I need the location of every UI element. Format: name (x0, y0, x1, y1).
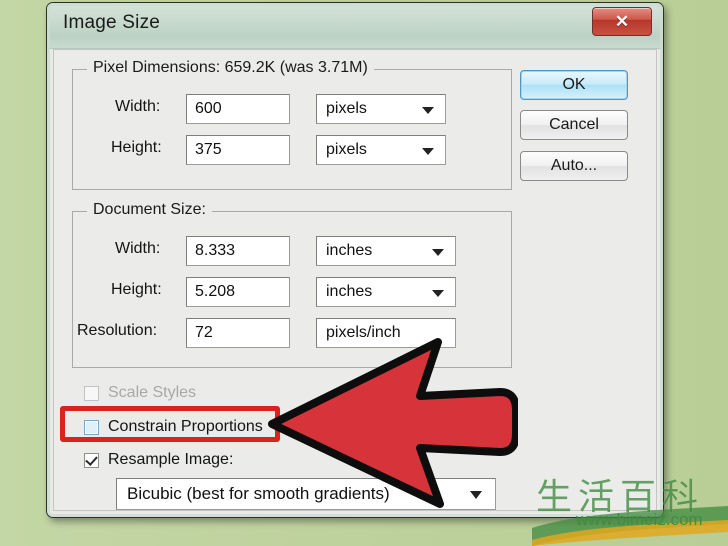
close-button[interactable]: ✕ (592, 7, 652, 36)
pixel-width-unit-dropdown[interactable]: pixels (316, 94, 446, 124)
constrain-proportions-checkbox[interactable] (84, 419, 99, 435)
resample-image-checkbox[interactable] (84, 452, 99, 468)
doc-resolution-row: Resolution: 72 pixels/inch (73, 318, 511, 350)
chevron-down-icon (432, 290, 444, 297)
pixel-height-label: Height: (111, 139, 162, 156)
scale-styles-row[interactable]: Scale Styles (84, 382, 196, 404)
doc-width-row: Width: 8.333 inches (73, 236, 511, 268)
pixel-height-input[interactable]: 375 (186, 135, 290, 165)
doc-width-input[interactable]: 8.333 (186, 236, 290, 266)
resample-method-value: Bicubic (best for smooth gradients) (127, 484, 390, 503)
dialog-titlebar[interactable]: Image Size ✕ (47, 3, 663, 49)
document-size-legend: Document Size: (87, 201, 212, 219)
pixel-height-unit-dropdown[interactable]: pixels (316, 135, 446, 165)
doc-height-input[interactable]: 5.208 (186, 277, 290, 307)
checkmark-icon (85, 452, 98, 466)
pixel-height-unit-value: pixels (326, 141, 367, 158)
scale-styles-checkbox[interactable] (84, 385, 99, 401)
chevron-down-icon (470, 491, 482, 499)
doc-width-unit-dropdown[interactable]: inches (316, 236, 456, 266)
resample-method-dropdown[interactable]: Bicubic (best for smooth gradients) (116, 478, 496, 510)
pixel-dimensions-legend: Pixel Dimensions: 659.2K (was 3.71M) (87, 59, 374, 77)
pixel-width-row: Width: 600 pixels (73, 94, 511, 126)
image-size-dialog: Image Size ✕ Pixel Dimensions: 659.2K (w… (46, 2, 664, 518)
close-x-icon: ✕ (614, 12, 630, 31)
resample-image-label: Resample Image: (108, 451, 234, 468)
ok-button[interactable]: OK (520, 70, 628, 100)
doc-width-unit-value: inches (326, 242, 373, 259)
dialog-client-area: Pixel Dimensions: 659.2K (was 3.71M) Wid… (53, 49, 657, 511)
pixel-dimensions-group: Pixel Dimensions: 659.2K (was 3.71M) Wid… (72, 59, 512, 190)
chevron-down-icon (432, 249, 444, 256)
pixel-width-input[interactable]: 600 (186, 94, 290, 124)
doc-height-unit-value: inches (326, 283, 373, 300)
doc-height-label: Height: (111, 281, 162, 298)
constrain-proportions-label: Constrain Proportions (108, 418, 263, 435)
doc-width-label: Width: (115, 240, 161, 257)
scale-styles-label: Scale Styles (108, 384, 197, 401)
doc-height-row: Height: 5.208 inches (73, 277, 511, 309)
chevron-down-icon (422, 148, 434, 155)
auto-button[interactable]: Auto... (520, 151, 628, 181)
doc-resolution-label: Resolution: (77, 322, 158, 339)
doc-height-unit-dropdown[interactable]: inches (316, 277, 456, 307)
pixel-width-label: Width: (115, 98, 161, 115)
pixel-width-unit-value: pixels (326, 100, 367, 117)
document-size-group: Document Size: Width: 8.333 inches Heigh… (72, 201, 512, 368)
constrain-proportions-row[interactable]: Constrain Proportions (84, 416, 263, 438)
doc-resolution-input[interactable]: 72 (186, 318, 290, 348)
chevron-down-icon (422, 107, 434, 114)
dialog-title: Image Size (63, 12, 161, 33)
cancel-button[interactable]: Cancel (520, 110, 628, 140)
doc-resolution-unit: pixels/inch (316, 318, 456, 348)
pixel-height-row: Height: 375 pixels (73, 135, 511, 167)
desktop-background: Image Size ✕ Pixel Dimensions: 659.2K (w… (0, 0, 728, 546)
resample-image-row[interactable]: Resample Image: (84, 449, 233, 471)
